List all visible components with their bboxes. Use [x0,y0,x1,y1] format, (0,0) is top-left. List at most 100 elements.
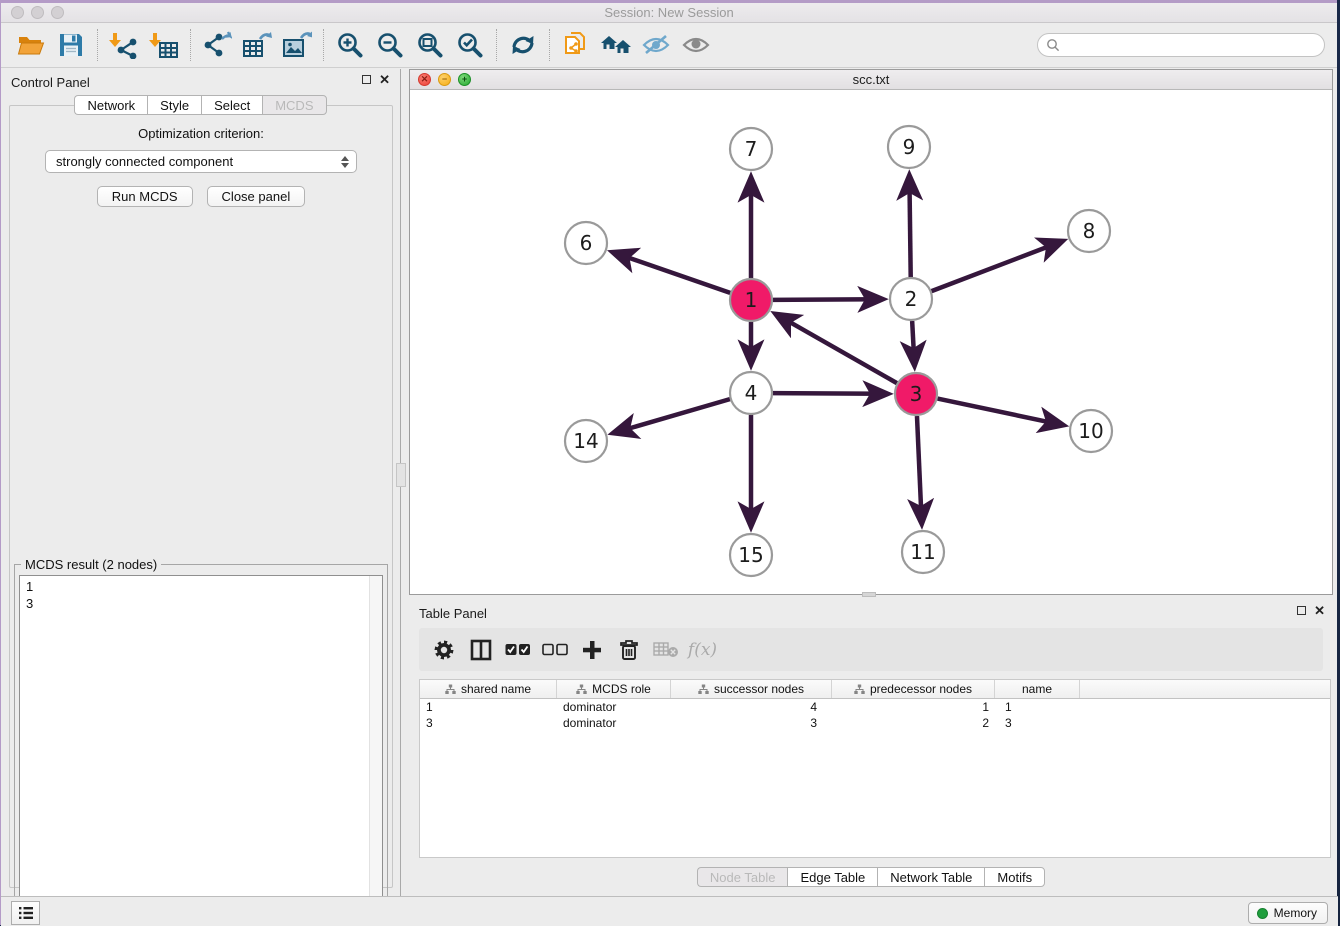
cell-name[interactable]: 1 [995,699,1080,715]
edge-3-11[interactable] [917,416,922,519]
edge-2-3[interactable] [912,321,914,361]
graph-node-4[interactable]: 4 [730,372,772,414]
table-row-1[interactable]: 1dominator411 [420,699,1330,715]
tab-style[interactable]: Style [147,95,201,115]
tab-edge-table[interactable]: Edge Table [787,867,877,887]
graph-node-14[interactable]: 14 [565,420,607,462]
cell-predecessor-nodes[interactable]: 1 [832,699,995,715]
tab-network[interactable]: Network [74,95,147,115]
node-table[interactable]: shared name MCDS rolesuccessor nodesprede… [419,679,1331,858]
network-resize-handle[interactable] [862,592,876,597]
cell-predecessor-nodes[interactable]: 2 [832,715,995,731]
search-field[interactable] [1037,33,1325,57]
column-header-label: shared name [461,682,531,696]
close-table-panel-icon[interactable]: ✕ [1314,605,1325,616]
add-column-icon[interactable] [575,635,608,665]
close-panel-icon[interactable]: ✕ [379,74,390,85]
network-minimize-button[interactable]: − [438,73,451,86]
import-network-icon[interactable] [104,28,144,62]
close-window-button[interactable] [11,6,24,19]
column-header-shared-name[interactable]: shared name [420,680,557,698]
network-zoom-button[interactable]: + [458,73,471,86]
edge-2-8[interactable] [932,243,1059,291]
graph-node-15[interactable]: 15 [730,534,772,576]
graph-node-2[interactable]: 2 [890,278,932,320]
float-table-panel-icon[interactable] [1297,606,1306,615]
select-columns-icon[interactable] [464,635,497,665]
edge-3-1[interactable] [780,316,897,383]
graph-node-7[interactable]: 7 [730,128,772,170]
edge-3-10[interactable] [938,399,1059,425]
edge-4-3[interactable] [773,393,883,394]
open-file-icon[interactable] [11,28,51,62]
table-panel-header: Table Panel ✕ [409,599,1333,627]
zoom-selected-icon[interactable] [450,28,490,62]
cell-MCDS-role[interactable]: dominator [557,715,671,731]
graph-node-3[interactable]: 3 [895,373,937,415]
window-titlebar[interactable]: Session: New Session [1,3,1337,23]
cell-MCDS-role[interactable]: dominator [557,699,671,715]
cell-successor-nodes[interactable]: 3 [671,715,832,731]
show-panels-list-button[interactable] [11,901,40,925]
result-scrollbar[interactable] [369,576,382,926]
save-session-icon[interactable] [51,28,91,62]
export-table-icon[interactable] [237,28,277,62]
graph-node-8[interactable]: 8 [1068,210,1110,252]
network-window-title: scc.txt [410,70,1332,89]
cell-shared-name[interactable]: 1 [420,699,557,715]
column-header-MCDS-role[interactable]: MCDS role [557,680,671,698]
search-input[interactable] [1060,38,1324,52]
clone-network-icon[interactable] [556,28,596,62]
export-image-icon[interactable] [277,28,317,62]
column-header-name[interactable]: name [995,680,1080,698]
close-panel-button[interactable]: Close panel [207,186,306,207]
hide-all-columns-icon[interactable] [538,635,571,665]
tab-motifs[interactable]: Motifs [984,867,1045,887]
graph-node-10[interactable]: 10 [1070,410,1112,452]
graph-node-1[interactable]: 1 [730,279,772,321]
graph-node-11[interactable]: 11 [902,531,944,573]
cell-name[interactable]: 3 [995,715,1080,731]
tab-network-table[interactable]: Network Table [877,867,984,887]
refresh-icon[interactable] [503,28,543,62]
delete-column-icon[interactable] [612,635,645,665]
zoom-in-icon[interactable] [330,28,370,62]
minimize-window-button[interactable] [31,6,44,19]
cell-successor-nodes[interactable]: 4 [671,699,832,715]
edge-1-2[interactable] [773,299,878,300]
memory-button[interactable]: Memory [1248,902,1328,924]
node-label-1: 1 [745,288,758,312]
import-table-icon[interactable] [144,28,184,62]
network-window-titlebar[interactable]: ✕ − + scc.txt [410,70,1332,90]
graph-node-6[interactable]: 6 [565,222,607,264]
table-settings-icon[interactable] [427,635,460,665]
show-all-columns-icon[interactable] [501,635,534,665]
tab-node-table[interactable]: Node Table [697,867,788,887]
column-header-predecessor-nodes[interactable]: predecessor nodes [832,680,995,698]
panel-splitter-handle[interactable] [396,463,406,487]
first-neighbors-icon[interactable] [596,28,636,62]
network-close-button[interactable]: ✕ [418,73,431,86]
float-panel-icon[interactable] [362,75,371,84]
run-mcds-button[interactable]: Run MCDS [97,186,193,207]
hide-selected-icon[interactable] [636,28,676,62]
tab-select[interactable]: Select [201,95,262,115]
cell-shared-name[interactable]: 3 [420,715,557,731]
zoom-out-icon[interactable] [370,28,410,62]
edge-1-6[interactable] [617,254,730,293]
table-row-2[interactable]: 3dominator323 [420,715,1330,731]
zoom-fit-icon[interactable] [410,28,450,62]
network-graph[interactable]: 1 2 3 4 6 7 8 9 10 11 14 15 [410,90,1332,593]
network-canvas[interactable]: 1 2 3 4 6 7 8 9 10 11 14 15 [410,90,1332,593]
show-all-icon[interactable] [676,28,716,62]
tab-mcds[interactable]: MCDS [262,95,326,115]
export-network-icon[interactable] [197,28,237,62]
edge-2-9[interactable] [909,180,910,277]
edge-4-14[interactable] [618,399,730,432]
table-toolbar: f(x) [419,628,1323,671]
graph-node-9[interactable]: 9 [888,126,930,168]
mcds-result-textarea[interactable]: 1 3 [19,575,383,926]
zoom-window-button[interactable] [51,6,64,19]
column-header-successor-nodes[interactable]: successor nodes [671,680,832,698]
criterion-select[interactable]: strongly connected component [45,150,357,173]
